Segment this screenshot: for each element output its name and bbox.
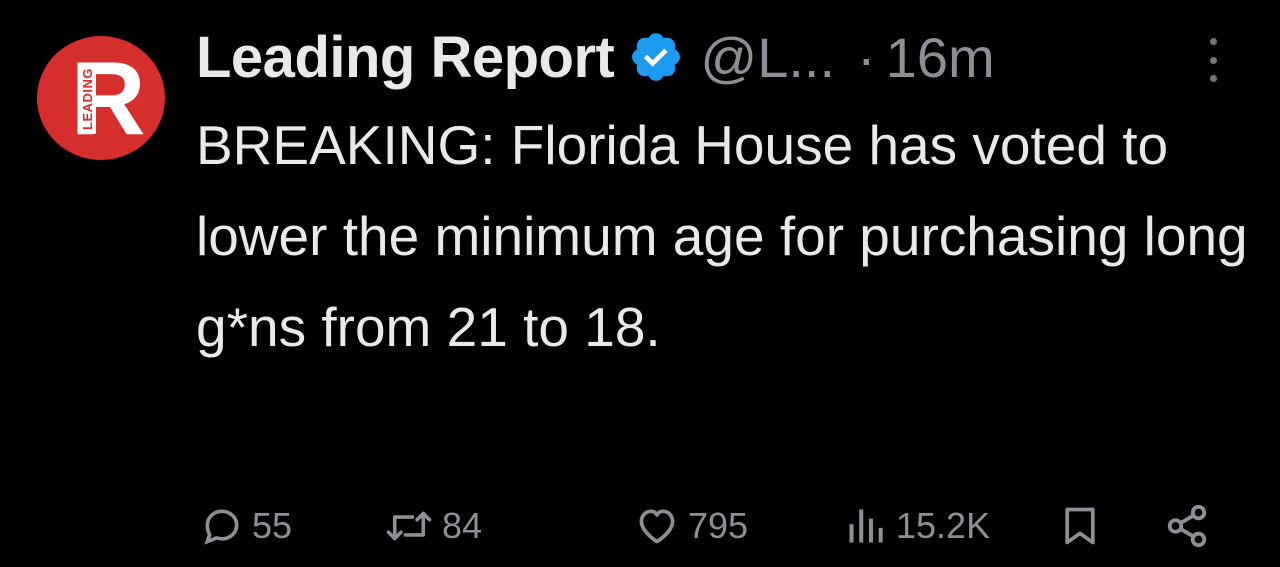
views-icon xyxy=(844,504,888,548)
more-dot xyxy=(1209,56,1217,64)
share-button[interactable] xyxy=(1164,496,1210,556)
views-button[interactable]: 15.2K xyxy=(844,496,990,556)
tweet-text: BREAKING: Florida House has voted to low… xyxy=(196,114,1248,358)
bookmark-icon xyxy=(1058,503,1102,549)
post-time[interactable]: 16m xyxy=(886,25,995,90)
avatar-logo-side-text: LEADING xyxy=(79,64,96,134)
tweet-header: Leading Report @L... · 16m xyxy=(196,22,1236,92)
avatar[interactable]: R LEADING xyxy=(37,36,165,160)
like-icon xyxy=(634,504,680,548)
repost-icon xyxy=(384,504,434,548)
verified-badge-icon[interactable] xyxy=(628,29,684,85)
bookmark-button[interactable] xyxy=(1058,496,1102,556)
separator-dot: · xyxy=(857,25,876,89)
reply-button[interactable]: 55 xyxy=(200,496,292,556)
like-button[interactable]: 795 xyxy=(634,496,748,556)
more-dot xyxy=(1209,38,1217,45)
like-count: 795 xyxy=(688,505,749,546)
author-handle[interactable]: @L... xyxy=(700,25,835,90)
more-dot xyxy=(1209,75,1217,82)
views-count: 15.2K xyxy=(896,505,991,546)
action-bar: 55 84 795 15.2K xyxy=(196,496,1226,556)
repost-count: 84 xyxy=(442,505,483,546)
share-icon xyxy=(1164,503,1210,549)
repost-button[interactable]: 84 xyxy=(384,496,482,556)
tweet[interactable]: R LEADING Leading Report @L... · 16m BRE… xyxy=(0,0,1280,567)
reply-icon xyxy=(200,504,244,548)
display-name[interactable]: Leading Report xyxy=(196,24,615,91)
reply-count: 55 xyxy=(252,505,293,546)
more-icon[interactable] xyxy=(1198,38,1228,82)
